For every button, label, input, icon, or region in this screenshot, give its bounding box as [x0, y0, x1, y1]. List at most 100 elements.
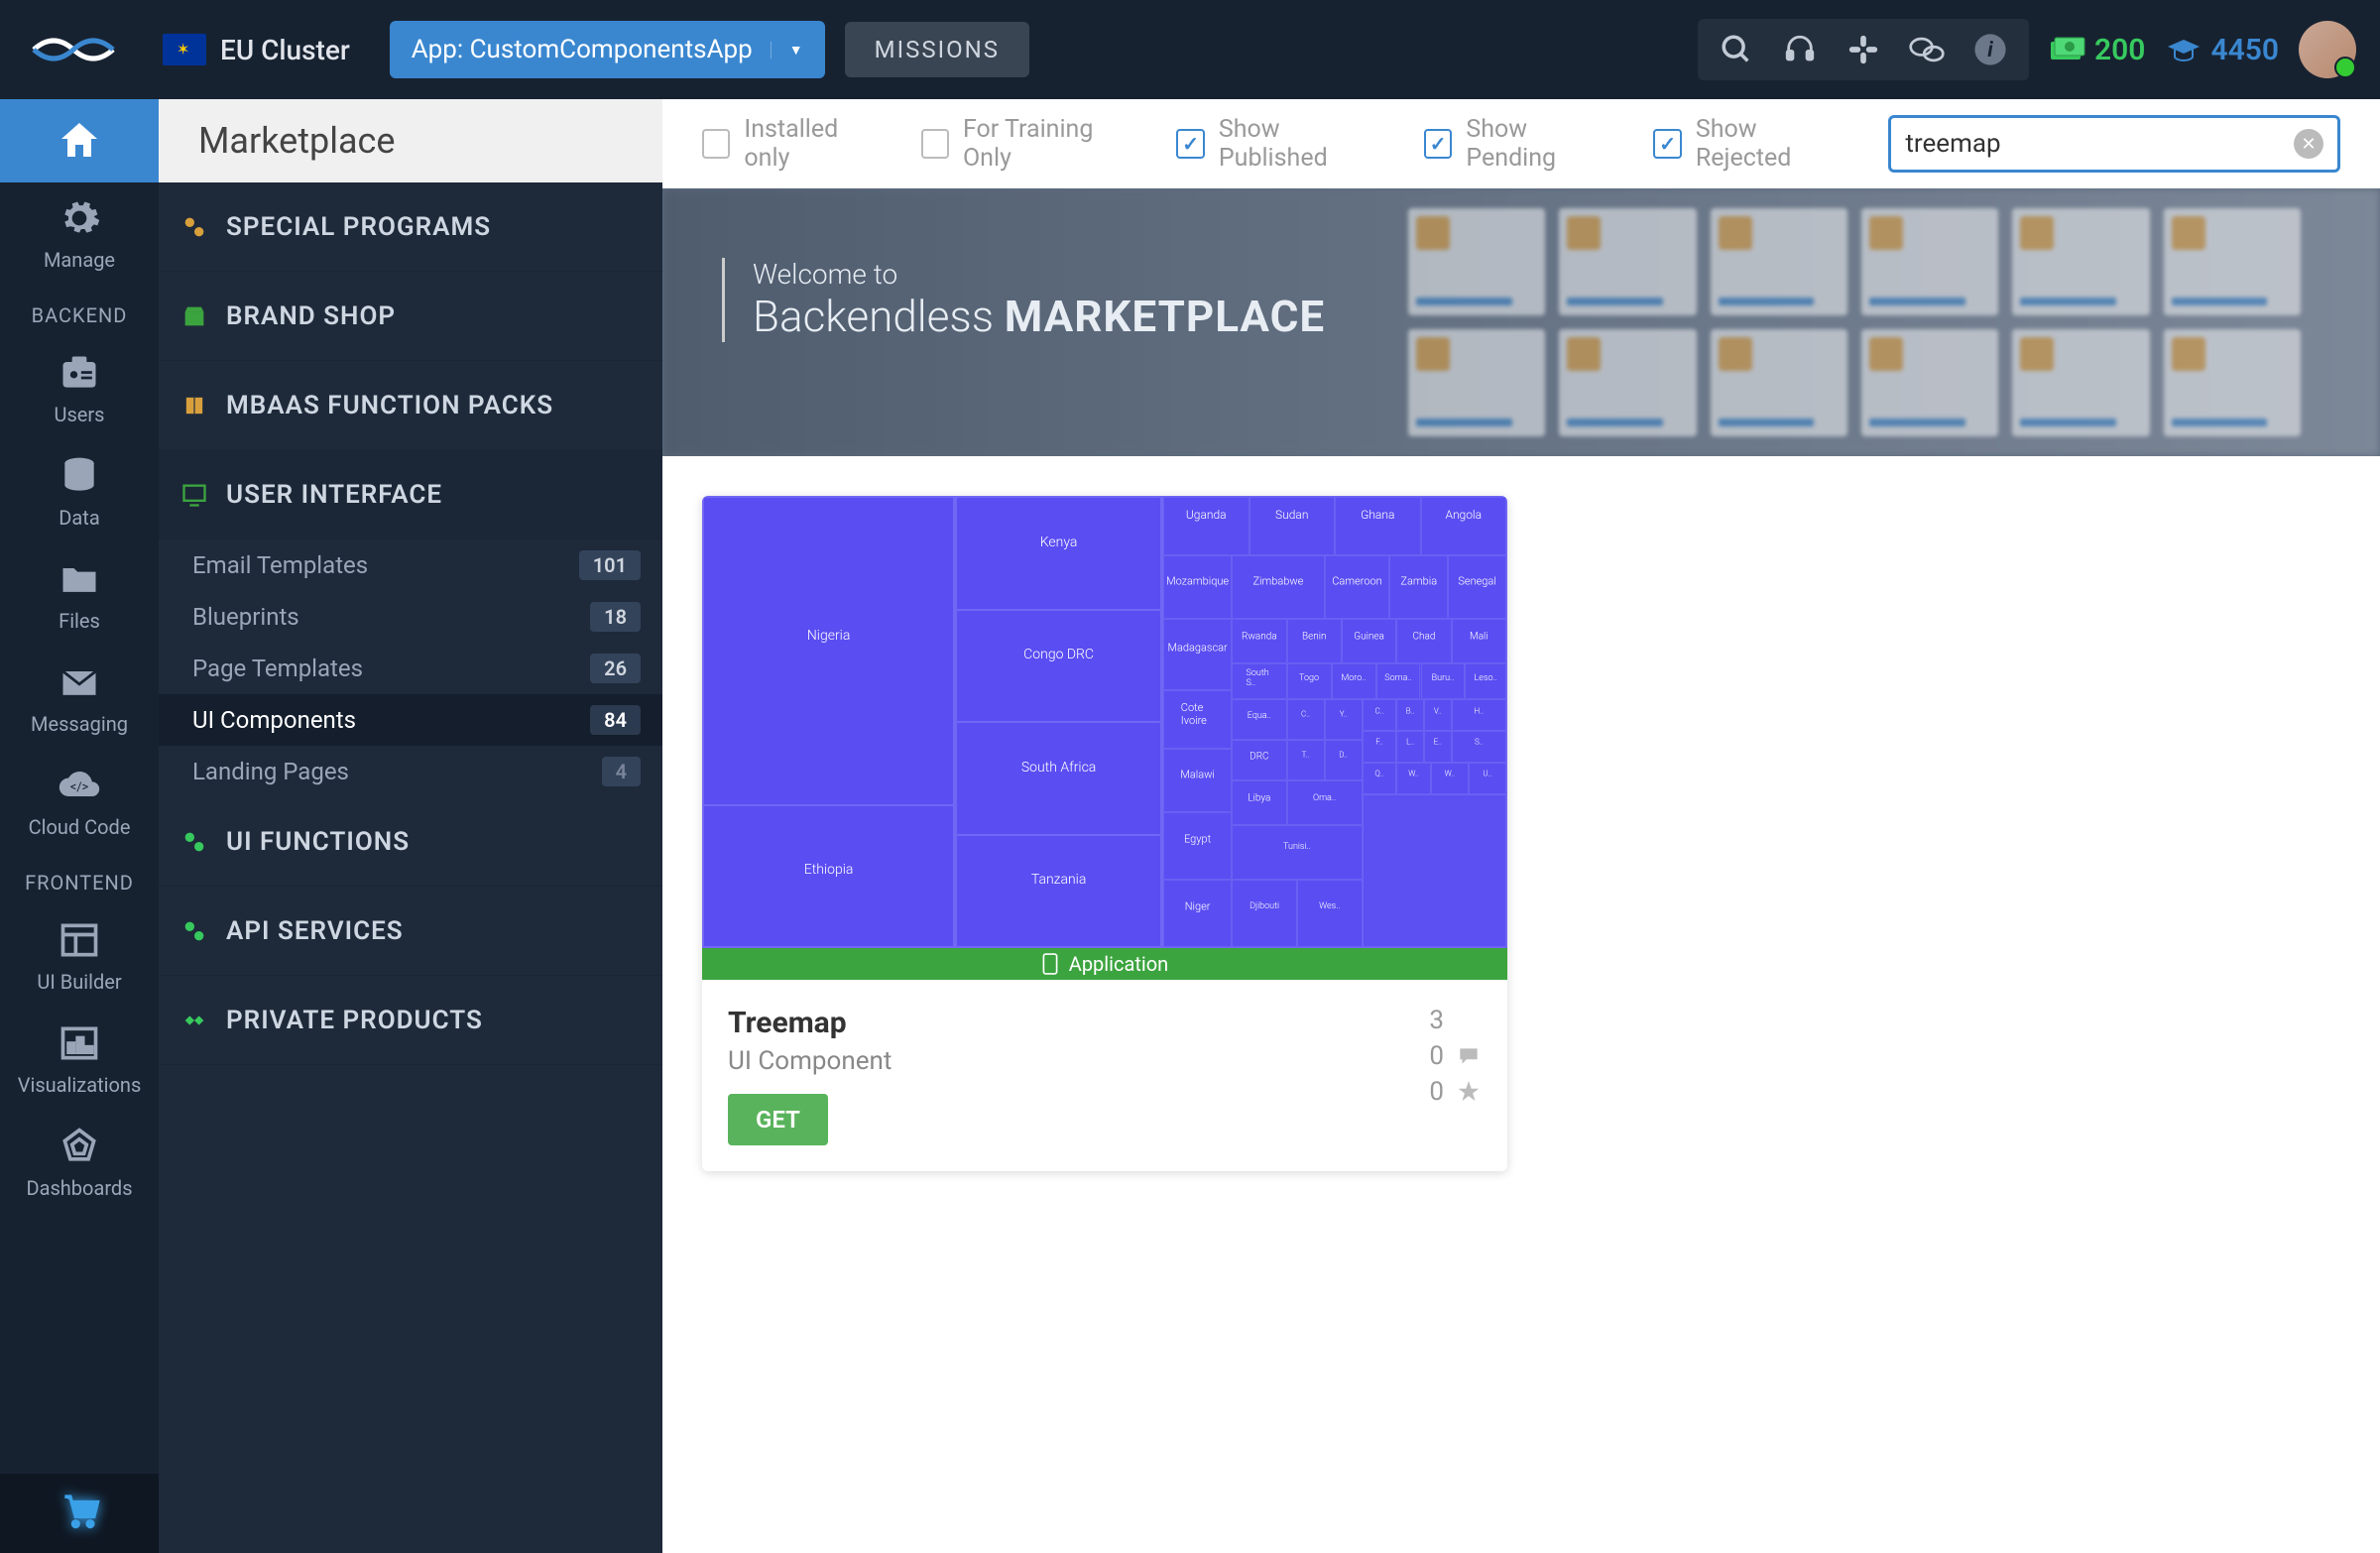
rail-manage[interactable]: Manage — [0, 182, 159, 286]
headset-icon[interactable] — [1781, 31, 1819, 68]
filter-installed[interactable]: Installed only — [702, 115, 882, 173]
cat-ui-functions[interactable]: UI FUNCTIONS — [159, 797, 662, 887]
rail-label: Files — [59, 609, 100, 633]
sub-count: 101 — [579, 550, 641, 580]
rail-cloud-code[interactable]: </> Cloud Code — [0, 750, 159, 853]
envelope-icon — [58, 660, 101, 704]
download-icon — [1456, 1008, 1482, 1033]
product-card[interactable]: Nigeria Ethiopia Kenya Congo DRC South A… — [702, 496, 1507, 1171]
card-thumbnail: Nigeria Ethiopia Kenya Congo DRC South A… — [702, 496, 1507, 948]
cat-label: USER INTERFACE — [226, 480, 442, 510]
cat-label: SPECIAL PROGRAMS — [226, 212, 491, 242]
rail-messaging[interactable]: Messaging — [0, 647, 159, 750]
cat-mbaas[interactable]: MBAAS FUNCTION PACKS — [159, 361, 662, 450]
rail-files[interactable]: Files — [0, 543, 159, 647]
banner-brand: Backendless — [753, 291, 994, 342]
star-icon — [1456, 1079, 1482, 1105]
sub-label: UI Components — [192, 706, 356, 734]
chart-icon — [58, 1021, 101, 1065]
sub-page-templates[interactable]: Page Templates26 — [159, 643, 662, 694]
filter-label: Installed only — [744, 115, 881, 173]
sub-count: 26 — [590, 654, 641, 683]
cat-label: UI FUNCTIONS — [226, 827, 410, 857]
card-app-strip: Application — [702, 948, 1507, 980]
folder-icon — [58, 557, 101, 601]
main-content: Installed only For Training Only Show Pu… — [662, 99, 2380, 1553]
app-dropdown-icon[interactable]: ▼ — [771, 42, 803, 59]
filter-bar: Installed only For Training Only Show Pu… — [662, 99, 2380, 188]
package-icon — [180, 392, 208, 419]
get-button[interactable]: GET — [728, 1094, 828, 1145]
layout-icon — [58, 918, 101, 962]
clear-search-icon[interactable]: ✕ — [2294, 129, 2323, 159]
rail-visualizations[interactable]: Visualizations — [0, 1008, 159, 1111]
filter-published[interactable]: Show Published — [1176, 115, 1384, 173]
checkbox-icon — [1176, 129, 1204, 159]
checkbox-icon — [921, 129, 949, 159]
search-input[interactable] — [1905, 129, 2294, 159]
category-sidebar: Marketplace SPECIAL PROGRAMS BRAND SHOP … — [159, 99, 662, 1553]
checkbox-icon — [702, 129, 730, 159]
home-button[interactable] — [0, 99, 159, 182]
user-avatar[interactable] — [2299, 21, 2356, 78]
cat-api-services[interactable]: API SERVICES — [159, 887, 662, 976]
sub-ui-components[interactable]: UI Components84 — [159, 694, 662, 746]
filter-label: Show Pending — [1466, 115, 1613, 173]
rail-label: Dashboards — [26, 1176, 132, 1200]
header-icon-group: i — [1698, 19, 2029, 80]
search-box[interactable]: ✕ — [1888, 115, 2340, 173]
cat-user-interface[interactable]: USER INTERFACE — [159, 450, 662, 539]
education-balance[interactable]: 4450 — [2165, 33, 2279, 67]
cat-label: PRIVATE PRODUCTS — [226, 1006, 483, 1035]
sub-email-templates[interactable]: Email Templates101 — [159, 539, 662, 591]
filter-label: Show Rejected — [1696, 115, 1849, 173]
eu-flag-icon — [163, 34, 206, 65]
missions-button[interactable]: MISSIONS — [845, 22, 1029, 77]
app-strip-label: Application — [1069, 952, 1168, 976]
info-icon[interactable]: i — [1971, 31, 2009, 68]
rail-data[interactable]: Data — [0, 440, 159, 543]
checkbox-icon — [1653, 129, 1681, 159]
svg-text:</>: </> — [70, 780, 89, 795]
rail-dashboards[interactable]: Dashboards — [0, 1111, 159, 1214]
cat-label: BRAND SHOP — [226, 301, 396, 331]
credits-balance[interactable]: 200 — [2049, 33, 2145, 67]
sub-label: Blueprints — [192, 603, 299, 631]
sub-label: Landing Pages — [192, 758, 349, 785]
slack-icon[interactable] — [1844, 31, 1882, 68]
rail-marketplace[interactable] — [0, 1474, 159, 1553]
rail-backend-label: BACKEND — [32, 303, 128, 327]
ui-sub-list: Email Templates101 Blueprints18 Page Tem… — [159, 539, 662, 797]
rail-users[interactable]: Users — [0, 337, 159, 440]
sub-blueprints[interactable]: Blueprints18 — [159, 591, 662, 643]
app-selector[interactable]: App: CustomComponentsApp ▼ — [390, 21, 825, 78]
sub-landing-pages[interactable]: Landing Pages 4 — [159, 746, 662, 797]
gears-icon — [180, 213, 208, 241]
monitor-icon — [180, 481, 208, 509]
download-count: 3 — [1429, 1006, 1444, 1035]
cat-brand-shop[interactable]: BRAND SHOP — [159, 272, 662, 361]
filter-training[interactable]: For Training Only — [921, 115, 1137, 173]
chat-icon[interactable] — [1908, 31, 1946, 68]
cat-private-products[interactable]: PRIVATE PRODUCTS — [159, 976, 662, 1065]
cart-icon — [58, 1488, 101, 1531]
top-bar: EU Cluster App: CustomComponentsApp ▼ MI… — [0, 0, 2380, 99]
cat-label: MBAAS FUNCTION PACKS — [226, 391, 553, 420]
card-stats: 3 0 0 — [1429, 1006, 1482, 1145]
mobile-icon — [1041, 953, 1059, 975]
star-count: 0 — [1429, 1077, 1444, 1107]
search-icon[interactable] — [1718, 31, 1755, 68]
cat-special-programs[interactable]: SPECIAL PROGRAMS — [159, 182, 662, 272]
cluster-name[interactable]: EU Cluster — [220, 34, 350, 66]
rail-ui-builder[interactable]: UI Builder — [0, 904, 159, 1008]
card-title: Treemap — [728, 1006, 892, 1040]
rail-label: Messaging — [31, 712, 128, 736]
filter-rejected[interactable]: Show Rejected — [1653, 115, 1848, 173]
icon-rail: Manage BACKEND Users Data Files Messagin… — [0, 99, 159, 1553]
cloud-code-icon: </> — [58, 764, 101, 807]
filter-pending[interactable]: Show Pending — [1424, 115, 1613, 173]
gears-icon — [180, 917, 208, 945]
banner-welcome: Welcome to — [753, 258, 1325, 291]
sub-count: 4 — [602, 757, 641, 786]
rail-label: Cloud Code — [29, 815, 131, 839]
